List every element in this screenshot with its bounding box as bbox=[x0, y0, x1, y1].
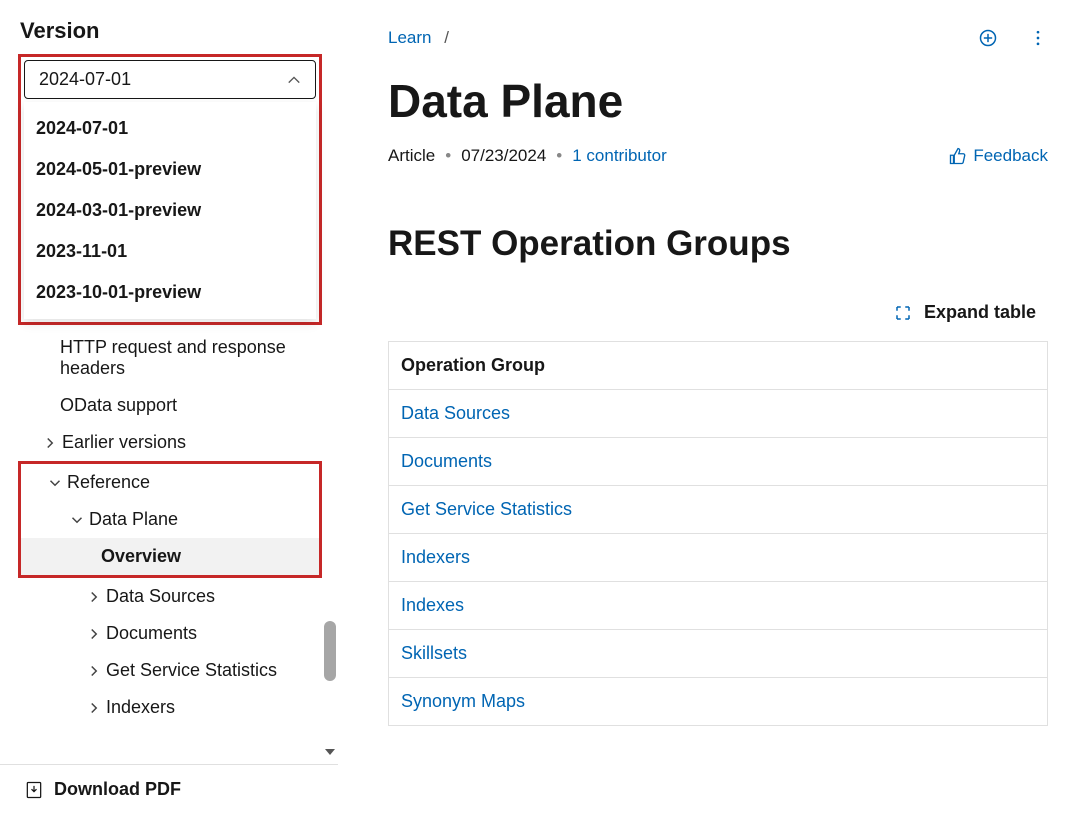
nav-item-data-plane[interactable]: Data Plane bbox=[21, 501, 319, 538]
chevron-down-icon bbox=[71, 514, 83, 526]
version-option[interactable]: 2023-10-01-preview bbox=[24, 272, 316, 313]
operation-groups-table: Operation Group Data Sources Documents G… bbox=[388, 341, 1048, 726]
table-row: Documents bbox=[389, 438, 1048, 486]
version-option[interactable]: 2024-05-01-preview bbox=[24, 149, 316, 190]
nav-item-earlier-versions[interactable]: Earlier versions bbox=[0, 424, 338, 461]
feedback-button[interactable]: Feedback bbox=[949, 146, 1048, 166]
reference-section-highlight: Reference Data Plane Overview bbox=[18, 461, 322, 578]
expand-table-button[interactable]: Expand table bbox=[388, 302, 1048, 323]
version-dropdown-list: 2024-07-01 2024-05-01-preview 2024-03-01… bbox=[24, 102, 316, 319]
op-link[interactable]: Indexers bbox=[401, 547, 470, 567]
meta-separator: • bbox=[445, 146, 451, 166]
chevron-up-icon bbox=[287, 73, 301, 87]
breadcrumb: Learn / bbox=[388, 28, 449, 48]
breadcrumb-learn-link[interactable]: Learn bbox=[388, 28, 431, 47]
chevron-right-icon bbox=[88, 702, 100, 714]
thumbs-up-icon bbox=[949, 147, 967, 165]
version-option[interactable]: 2023-11-01 bbox=[24, 231, 316, 272]
nav-item-child[interactable]: Get Service Statistics bbox=[0, 652, 338, 689]
section-title: REST Operation Groups bbox=[388, 224, 1048, 264]
download-pdf-button[interactable]: Download PDF bbox=[0, 764, 338, 814]
add-icon[interactable] bbox=[978, 28, 998, 48]
top-row: Learn / bbox=[388, 28, 1048, 48]
nav-item-odata[interactable]: OData support bbox=[0, 387, 338, 424]
scroll-down-arrow[interactable] bbox=[324, 746, 336, 758]
nav-item-child[interactable]: Documents bbox=[0, 615, 338, 652]
content-type: Article bbox=[388, 146, 435, 166]
op-link[interactable]: Skillsets bbox=[401, 643, 467, 663]
table-row: Skillsets bbox=[389, 630, 1048, 678]
breadcrumb-separator: / bbox=[436, 28, 449, 47]
table-row: Data Sources bbox=[389, 390, 1048, 438]
publish-date: 07/23/2024 bbox=[461, 146, 546, 166]
nav-item-http-headers[interactable]: HTTP request and response headers bbox=[0, 329, 338, 387]
top-actions bbox=[978, 28, 1048, 48]
meta-left: Article • 07/23/2024 • 1 contributor bbox=[388, 146, 667, 166]
nav-item-child[interactable]: Data Sources bbox=[0, 578, 338, 615]
nav-item-overview[interactable]: Overview bbox=[21, 538, 319, 575]
version-option[interactable]: 2024-03-01-preview bbox=[24, 190, 316, 231]
meta-row: Article • 07/23/2024 • 1 contributor Fee… bbox=[388, 146, 1048, 166]
nav-tree: HTTP request and response headers OData … bbox=[0, 321, 338, 764]
op-link[interactable]: Get Service Statistics bbox=[401, 499, 572, 519]
op-link[interactable]: Data Sources bbox=[401, 403, 510, 423]
version-dropdown-highlight: 2024-07-01 2024-07-01 2024-05-01-preview… bbox=[18, 54, 322, 325]
table-header-opgroup: Operation Group bbox=[389, 342, 1048, 390]
meta-separator: • bbox=[556, 146, 562, 166]
expand-icon bbox=[894, 304, 912, 322]
op-link[interactable]: Indexes bbox=[401, 595, 464, 615]
table-row: Synonym Maps bbox=[389, 678, 1048, 726]
chevron-right-icon bbox=[88, 591, 100, 603]
nav-item-reference[interactable]: Reference bbox=[21, 464, 319, 501]
op-link[interactable]: Documents bbox=[401, 451, 492, 471]
page-title: Data Plane bbox=[388, 74, 1048, 128]
table-row: Indexers bbox=[389, 534, 1048, 582]
version-selected-value: 2024-07-01 bbox=[39, 69, 131, 90]
chevron-right-icon bbox=[88, 628, 100, 640]
table-row: Indexes bbox=[389, 582, 1048, 630]
op-link[interactable]: Synonym Maps bbox=[401, 691, 525, 711]
table-row: Get Service Statistics bbox=[389, 486, 1048, 534]
version-option[interactable]: 2024-07-01 bbox=[24, 108, 316, 149]
chevron-right-icon bbox=[44, 437, 56, 449]
chevron-down-icon bbox=[49, 477, 61, 489]
contributors-link[interactable]: 1 contributor bbox=[572, 146, 667, 166]
scrollbar-thumb[interactable] bbox=[324, 621, 336, 681]
version-heading: Version bbox=[0, 18, 338, 54]
nav-item-child[interactable]: Indexers bbox=[0, 689, 338, 726]
chevron-right-icon bbox=[88, 665, 100, 677]
more-vertical-icon[interactable] bbox=[1028, 28, 1048, 48]
download-pdf-icon bbox=[24, 780, 44, 800]
main-content: Learn / Data Plane Article • 07/23/2024 … bbox=[338, 0, 1084, 814]
version-dropdown[interactable]: 2024-07-01 bbox=[24, 60, 316, 99]
sidebar: Version 2024-07-01 2024-07-01 2024-05-01… bbox=[0, 0, 338, 814]
